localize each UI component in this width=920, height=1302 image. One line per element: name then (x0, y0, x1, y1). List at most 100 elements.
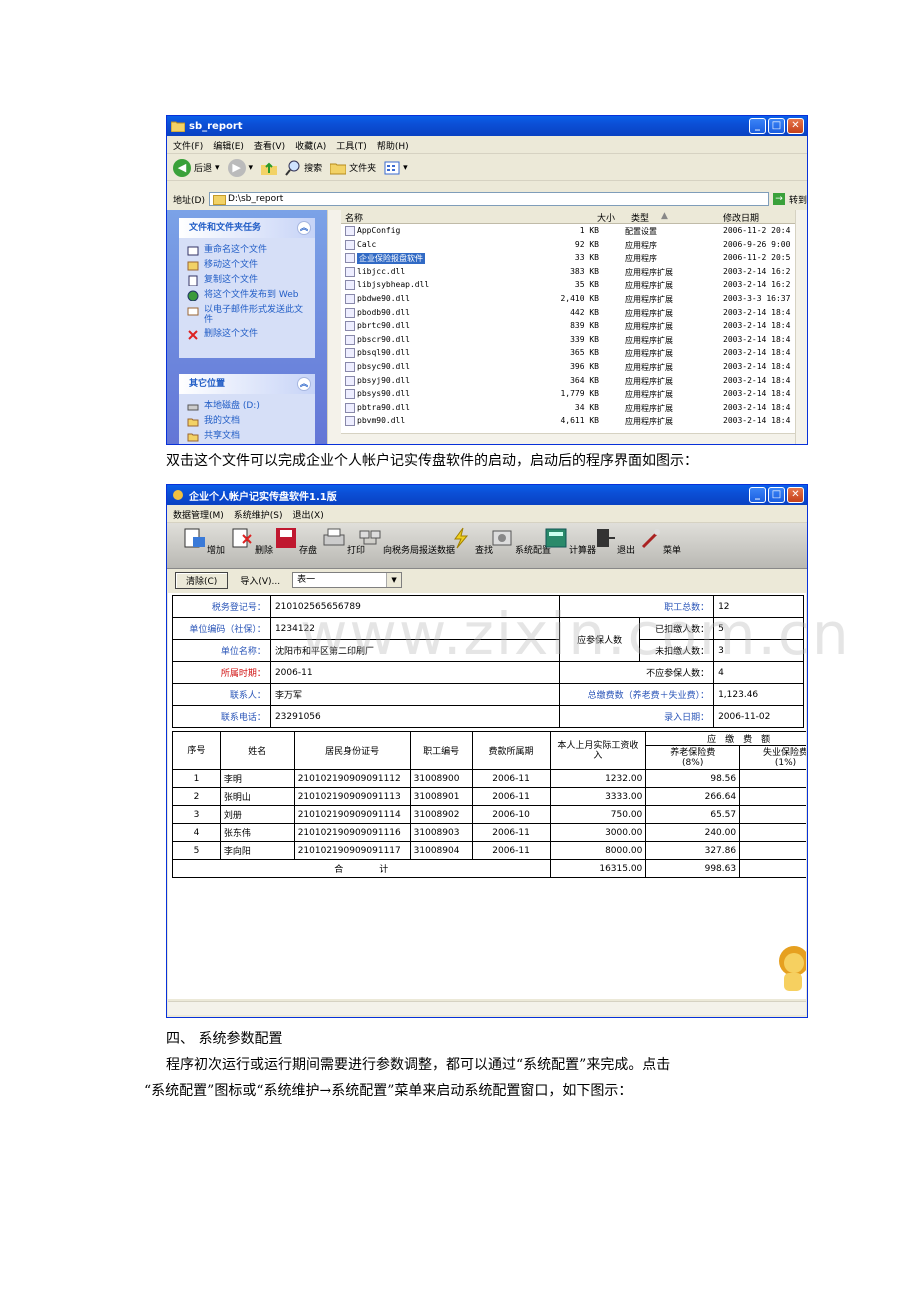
table-row[interactable]: 4 张东伟 210102190909091116 31008903 2006-11 300… (172, 823, 806, 842)
contact-value[interactable]: 李万军 (269, 683, 561, 706)
place-local-disk[interactable]: 本地磁盘 (D:) (179, 399, 315, 414)
cell-id[interactable]: 210102190909091112 (293, 769, 411, 788)
menu-favorites[interactable]: 收藏(A) (295, 139, 326, 152)
cell-unemp[interactable]: 12 (739, 769, 806, 788)
file-row[interactable]: pbodb90.dll 442 KB 应用程序扩展 2003-2-14 18:4 (341, 306, 795, 320)
cell-name[interactable]: 张明山 (219, 787, 295, 806)
cell-seq[interactable]: 2 (172, 787, 221, 806)
forward-button[interactable]: ▶ ▾ (227, 158, 253, 177)
cell-staff-no[interactable]: 31008903 (409, 823, 473, 842)
delete-button[interactable]: 删除 (229, 527, 273, 556)
cell-pension[interactable]: 98.56 (645, 769, 741, 788)
place-shared-documents[interactable]: 共享文档 (179, 429, 315, 444)
table-row[interactable]: 3 刘册 210102190909091114 31008902 2006-10 750.… (172, 805, 806, 824)
task-rename[interactable]: 重命名这个文件 (179, 243, 315, 258)
cell-income[interactable]: 3333.00 (549, 787, 647, 806)
cell-staff-no[interactable]: 31008902 (409, 805, 473, 824)
cell-seq[interactable]: 3 (172, 805, 221, 824)
cell-income[interactable]: 1232.00 (549, 769, 647, 788)
add-button[interactable]: 增加 (181, 527, 225, 556)
address-input[interactable]: D:\sb_report (208, 192, 769, 206)
back-button[interactable]: ◀ 后退 ▾ (173, 158, 220, 177)
cell-unemp[interactable]: 30 (739, 823, 806, 842)
cell-id[interactable]: 210102190909091114 (293, 805, 411, 824)
go-button[interactable]: 转到 (789, 193, 807, 206)
file-row[interactable]: libjcc.dll 383 KB 应用程序扩展 2003-2-14 16:2 (341, 265, 795, 279)
menu-edit[interactable]: 编辑(E) (213, 139, 244, 152)
cell-period[interactable]: 2006-11 (471, 787, 551, 806)
clear-button[interactable]: 清除(C) (175, 571, 229, 589)
minimize-button[interactable]: _ (749, 487, 766, 503)
file-row[interactable]: pbvm90.dll 4,611 KB 应用程序扩展 2003-2-14 18:4 (341, 414, 795, 428)
file-row[interactable]: pbscr90.dll 339 KB 应用程序扩展 2003-2-14 18:4 (341, 333, 795, 347)
system-config-button[interactable]: 系统配置 (489, 527, 551, 556)
task-pane-scrollbar[interactable] (327, 210, 341, 444)
col-date[interactable]: 修改日期 (723, 211, 759, 224)
cell-name[interactable]: 李明 (219, 769, 295, 788)
file-row[interactable]: pbdwe90.dll 2,410 KB 应用程序扩展 2003-3-3 16:37 (341, 292, 795, 306)
file-row[interactable]: pbsyc90.dll 396 KB 应用程序扩展 2003-2-14 18:4 (341, 360, 795, 374)
close-button[interactable]: ✕ (787, 487, 804, 503)
file-list-hscrollbar[interactable] (341, 433, 795, 444)
cell-unemp[interactable]: 40 (739, 841, 806, 860)
cell-name[interactable]: 张东伟 (219, 823, 295, 842)
col-name[interactable]: 名称 (345, 211, 363, 224)
cell-period[interactable]: 2006-11 (471, 841, 551, 860)
cell-name[interactable]: 李向阳 (219, 841, 295, 860)
cell-income[interactable]: 750.00 (549, 805, 647, 824)
file-tasks-header[interactable]: 文件和文件夹任务 ︽ (179, 218, 315, 238)
file-row[interactable]: libjsybheap.dll 35 KB 应用程序扩展 2003-2-14 16:2 (341, 278, 795, 292)
collapse-chevron-icon[interactable]: ︽ (297, 221, 311, 235)
cell-id[interactable]: 210102190909091116 (293, 823, 411, 842)
cell-seq[interactable]: 1 (172, 769, 221, 788)
cell-period[interactable]: 2006-11 (471, 823, 551, 842)
cell-staff-no[interactable]: 31008901 (409, 787, 473, 806)
collapse-chevron-icon[interactable]: ︽ (297, 377, 311, 391)
go-arrow-icon[interactable]: → (772, 193, 785, 205)
cell-pension[interactable]: 266.64 (645, 787, 741, 806)
cell-period[interactable]: 2006-10 (471, 805, 551, 824)
menu-data[interactable]: 数据管理(M) (173, 508, 224, 521)
views-button[interactable]: ▾ (384, 161, 408, 175)
entry-date-value[interactable]: 2006-11-02 (713, 705, 804, 728)
file-list-scrollbar[interactable] (795, 210, 807, 444)
search-button[interactable]: 搜索 (285, 160, 322, 176)
phone-value[interactable]: 23291056 (269, 705, 561, 728)
cell-pension[interactable]: 327.86 (645, 841, 741, 860)
file-row[interactable]: pbsql90.dll 365 KB 应用程序扩展 2003-2-14 18:4 (341, 346, 795, 360)
task-publish-web[interactable]: 将这个文件发布到 Web (179, 288, 315, 303)
up-folder-button[interactable] (261, 161, 278, 175)
find-button[interactable]: 查找 (449, 527, 493, 556)
cell-period[interactable]: 2006-11 (471, 769, 551, 788)
table-row[interactable]: 2 张明山 210102190909091113 31008901 2006-11 333… (172, 787, 806, 806)
cell-staff-no[interactable]: 31008900 (409, 769, 473, 788)
send-tax-button[interactable]: 向税务局报送数据 (357, 527, 455, 556)
cell-staff-no[interactable]: 31008904 (409, 841, 473, 860)
import-button[interactable]: 导入(V)... (240, 574, 280, 587)
app-hscrollbar[interactable] (168, 1001, 806, 1015)
table-row[interactable]: 1 李明 210102190909091112 31008900 2006-11 1232… (172, 769, 806, 788)
menu-exit[interactable]: 退出(X) (293, 508, 324, 521)
cell-income[interactable]: 8000.00 (549, 841, 647, 860)
task-move[interactable]: 移动这个文件 (179, 258, 315, 273)
menu-file[interactable]: 文件(F) (173, 139, 203, 152)
cell-seq[interactable]: 5 (172, 841, 221, 860)
calculator-button[interactable]: 计算器 (543, 527, 596, 556)
menu-tools[interactable]: 工具(T) (336, 139, 367, 152)
task-copy[interactable]: 复制这个文件 (179, 273, 315, 288)
file-row[interactable]: pbsys90.dll 1,779 KB 应用程序扩展 2003-2-14 18:4 (341, 387, 795, 401)
file-row[interactable]: pbtra90.dll 34 KB 应用程序扩展 2003-2-14 18:4 (341, 401, 795, 415)
file-row[interactable]: AppConfig 1 KB 配置设置 2006-11-2 20:4 (341, 224, 795, 238)
cell-unemp[interactable]: 33 (739, 787, 806, 806)
maximize-button[interactable]: □ (768, 487, 785, 503)
menu-help[interactable]: 帮助(H) (377, 139, 409, 152)
cell-id[interactable]: 210102190909091117 (293, 841, 411, 860)
other-places-header[interactable]: 其它位置 ︽ (179, 374, 315, 394)
menu-button[interactable]: 菜单 (637, 527, 681, 556)
menu-maintenance[interactable]: 系统维护(S) (234, 508, 283, 521)
file-row[interactable]: Calc 92 KB 应用程序 2006-9-26 9:00 (341, 238, 795, 252)
cell-income[interactable]: 3000.00 (549, 823, 647, 842)
total-fee-value[interactable]: 1,123.46 (713, 683, 804, 706)
maximize-button[interactable]: □ (768, 118, 785, 134)
cell-pension[interactable]: 240.00 (645, 823, 741, 842)
